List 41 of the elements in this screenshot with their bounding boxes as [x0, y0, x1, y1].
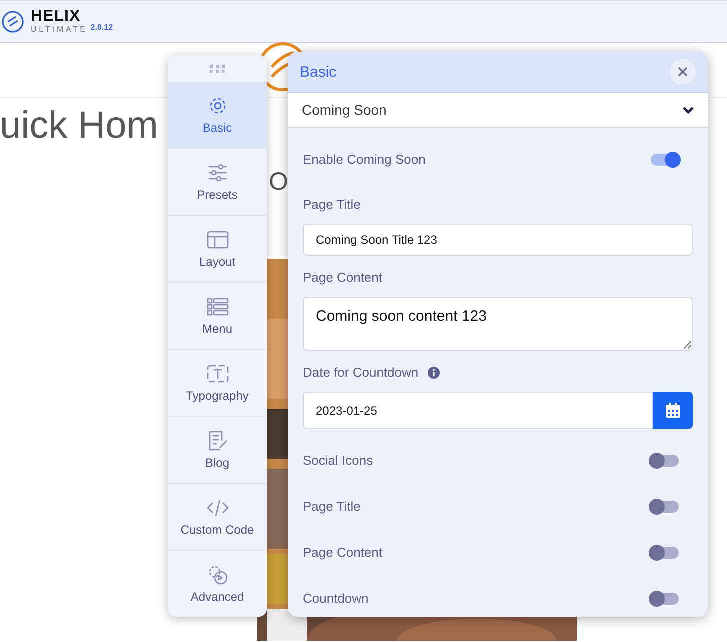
drag-handle-icon[interactable]: [210, 64, 226, 72]
sidebar-item[interactable]: Advanced: [168, 551, 267, 617]
page-heading: uick Hom: [0, 104, 158, 148]
logo-icon: [2, 10, 24, 32]
version-label: 2.0.12: [90, 23, 114, 32]
sidebar-item[interactable]: Typography: [168, 350, 267, 417]
calendar-icon: [666, 403, 680, 418]
logo-subtitle: ULTIMATE: [31, 25, 88, 34]
chevron-icon: [683, 106, 694, 114]
field-label: Page Content: [303, 269, 384, 287]
close-icon: [678, 67, 688, 77]
section-heading: O: [269, 168, 288, 196]
logo-title: HELIX: [31, 9, 82, 25]
note-icon: [206, 430, 228, 452]
cogs-icon: [206, 564, 228, 586]
sidebar-item[interactable]: Layout: [168, 216, 267, 283]
sidebar-item[interactable]: Custom Code: [168, 484, 267, 551]
sidebar-item[interactable]: Presets: [168, 149, 267, 216]
field-label: Page Content: [303, 544, 383, 562]
field-label: Social Icons: [303, 452, 374, 470]
close-button[interactable]: [670, 59, 696, 85]
field-label: Page Title: [303, 196, 362, 214]
panel-title: Basic: [300, 64, 337, 80]
date-field[interactable]: 2023-01-25: [303, 392, 653, 429]
calendar-button[interactable]: [653, 392, 693, 429]
input-field[interactable]: Coming Soon Title 123: [303, 224, 693, 256]
field-label: Date for Countdown: [303, 364, 419, 382]
toggle-switch[interactable]: [651, 455, 679, 467]
field-label: Enable Coming Soon: [303, 151, 426, 169]
sidebar-item[interactable]: Basic: [168, 82, 267, 149]
toggle-switch[interactable]: [651, 547, 679, 559]
toggle-switch[interactable]: [651, 501, 679, 513]
text-area[interactable]: Coming soon content 123: [303, 297, 693, 351]
field-label: Countdown: [303, 590, 369, 608]
toggle-switch[interactable]: [651, 154, 679, 166]
field-label: Page Title: [303, 498, 361, 516]
info-icon[interactable]: [428, 367, 440, 379]
sidebar-item[interactable]: Menu: [168, 283, 267, 350]
sidebar-item[interactable]: Blog: [168, 417, 267, 484]
section-dropdown[interactable]: Coming Soon: [288, 93, 708, 128]
toggle-switch[interactable]: [651, 593, 679, 605]
